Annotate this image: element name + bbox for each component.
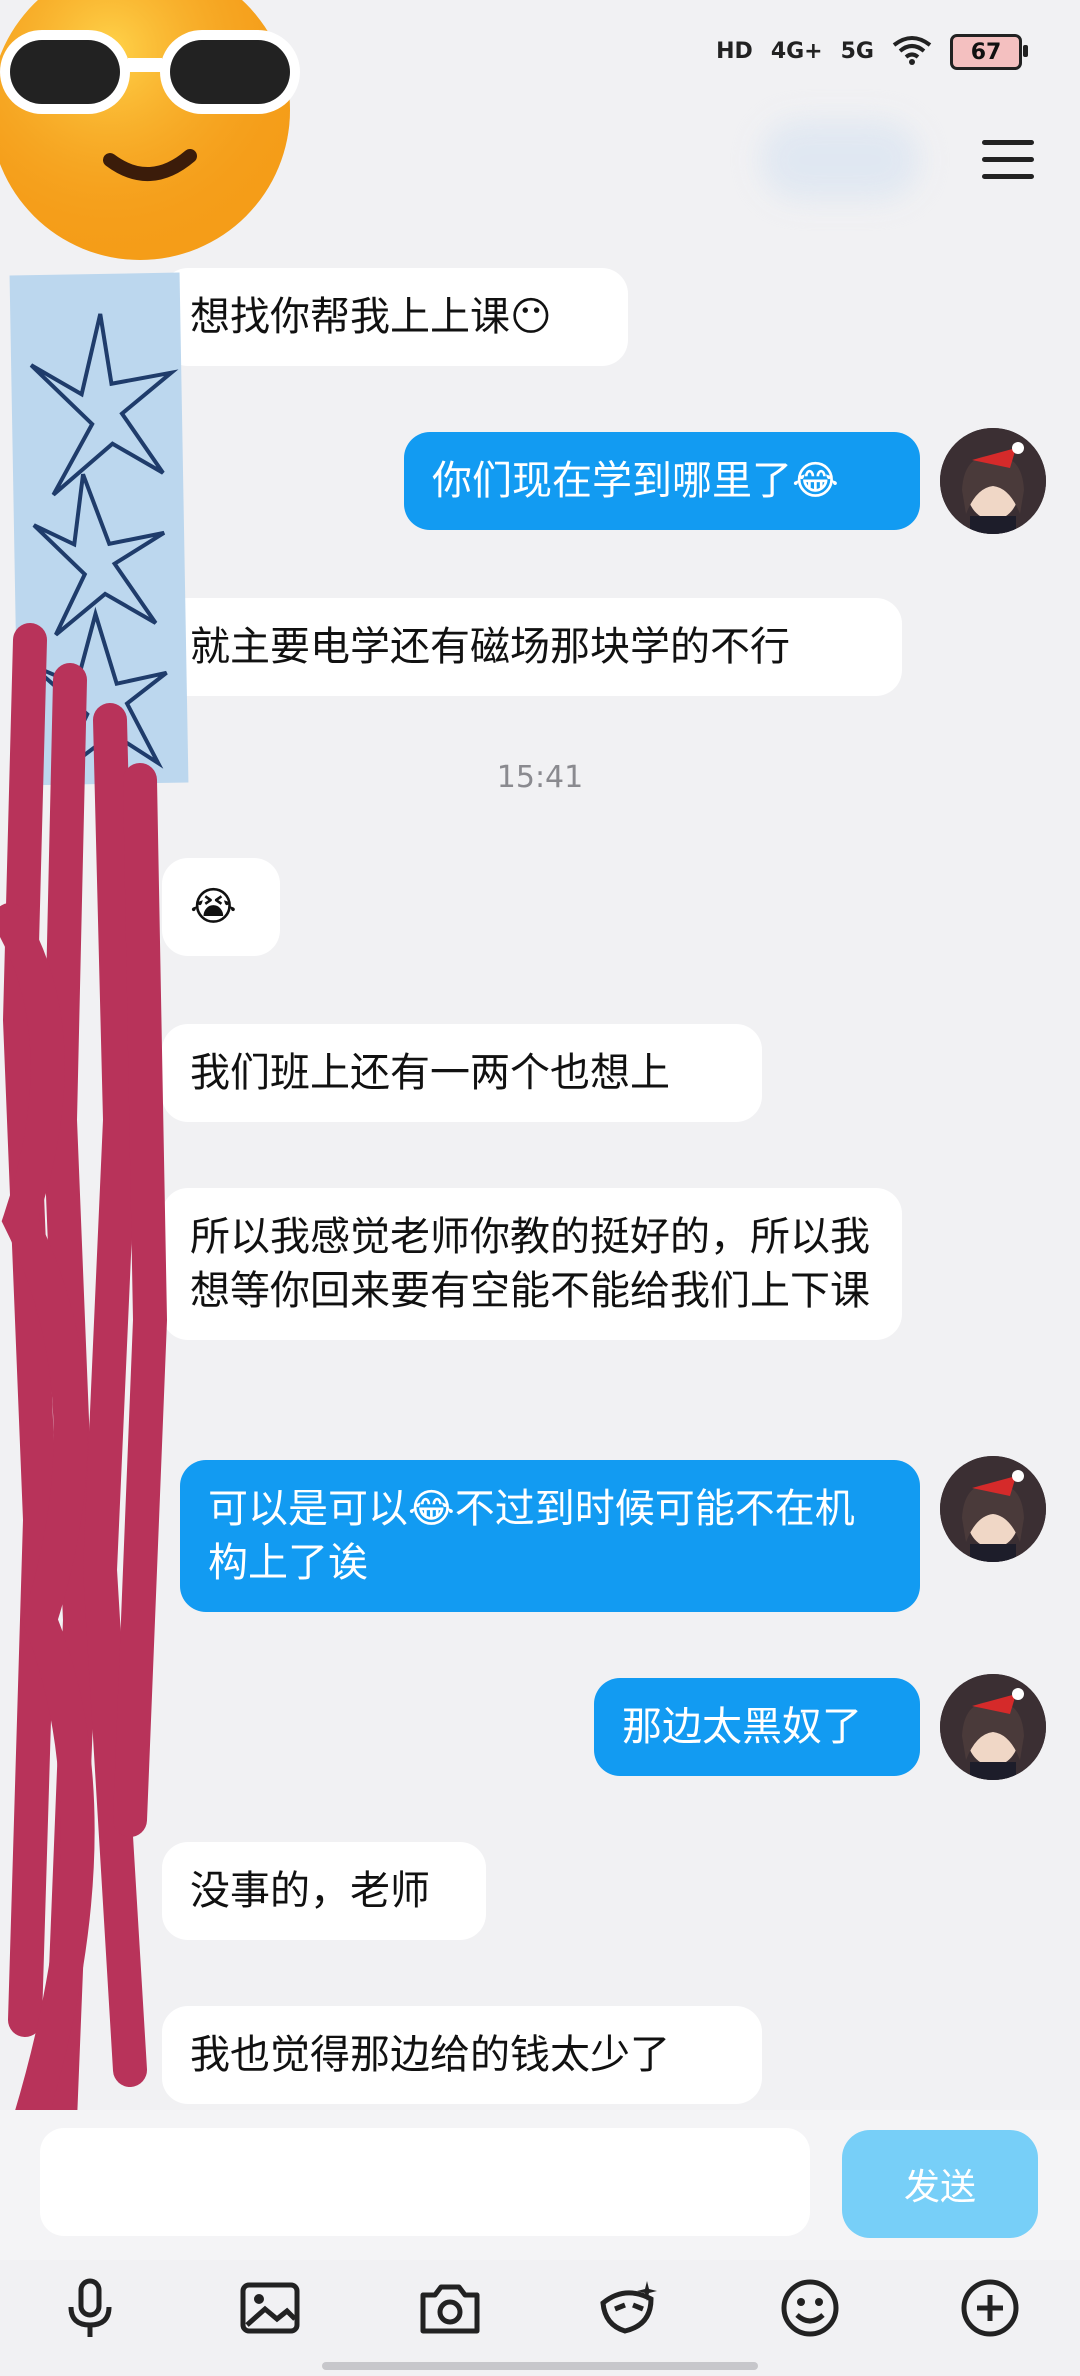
send-button[interactable]: 发送	[842, 2130, 1038, 2238]
message-bubble-incoming[interactable]: 想找你帮我上上课😶	[162, 268, 628, 366]
emoji-icon[interactable]	[772, 2270, 848, 2346]
message-bubble-outgoing[interactable]: 你们现在学到哪里了😂	[404, 432, 920, 530]
sticker-icon[interactable]	[590, 2270, 666, 2346]
hd-indicator: HD	[716, 39, 753, 64]
network-5g-indicator: 5G	[840, 39, 874, 64]
plus-icon[interactable]	[952, 2270, 1028, 2346]
message-bubble-incoming[interactable]: 😭	[162, 858, 280, 956]
microphone-icon[interactable]	[52, 2270, 128, 2346]
menu-icon[interactable]	[982, 140, 1034, 184]
message-bubble-incoming[interactable]: 我们班上还有一两个也想上	[162, 1024, 762, 1122]
message-bubble-outgoing[interactable]: 那边太黑奴了	[594, 1678, 920, 1776]
avatar[interactable]	[940, 1456, 1046, 1562]
message-bubble-incoming[interactable]: 就主要电学还有磁场那块学的不行	[162, 598, 902, 696]
message-bubble-incoming[interactable]: 所以我感觉老师你教的挺好的，所以我想等你回来要有空能不能给我们上下课	[162, 1188, 902, 1340]
avatar[interactable]	[940, 428, 1046, 534]
message-bubble-outgoing[interactable]: 可以是可以😂不过到时候可能不在机构上了诶	[180, 1460, 920, 1612]
censor-scribble	[0, 623, 168, 2137]
wifi-icon	[892, 35, 932, 69]
network-4g-indicator: 4G+	[770, 39, 823, 64]
battery-level: 67	[970, 39, 1002, 65]
message-bubble-incoming[interactable]: 没事的，老师	[162, 1842, 486, 1940]
sunglasses-emoji-sticker	[0, 0, 300, 260]
camera-icon[interactable]	[412, 2270, 488, 2346]
message-bubble-incoming[interactable]: 我也觉得那边给的钱太少了	[162, 2006, 762, 2104]
image-icon[interactable]	[232, 2270, 308, 2346]
home-indicator[interactable]	[322, 2362, 758, 2370]
message-input[interactable]	[40, 2128, 810, 2236]
battery-icon: 67	[950, 34, 1028, 70]
chat-title-blurred	[760, 120, 920, 200]
avatar[interactable]	[940, 1674, 1046, 1780]
